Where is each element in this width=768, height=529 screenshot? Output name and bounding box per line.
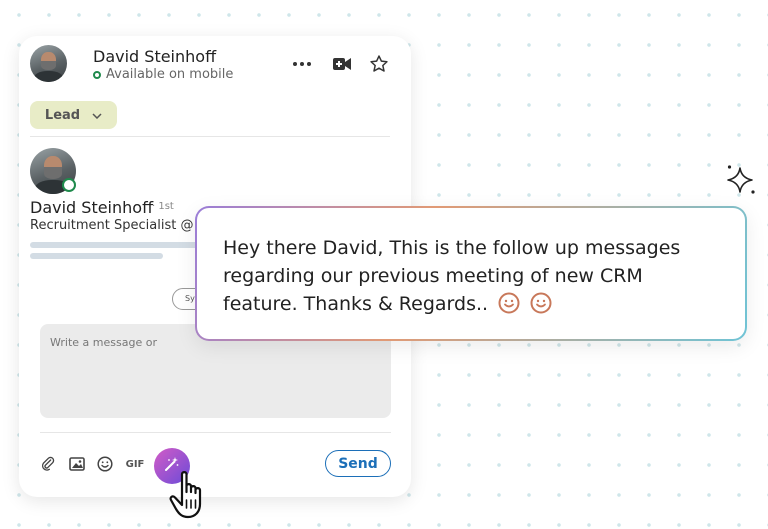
contact-name: David Steinhoff [93, 47, 217, 66]
availability-status: Available on mobile [93, 67, 233, 82]
ai-message-preview: Hey there David, This is the follow up m… [195, 206, 747, 341]
online-indicator-icon [62, 178, 76, 192]
chevron-down-icon [92, 108, 102, 123]
placeholder-line [30, 253, 163, 259]
more-horizontal-icon[interactable] [291, 53, 313, 75]
send-button[interactable]: Send [325, 450, 391, 477]
online-status-icon [93, 70, 101, 79]
placeholder-line [30, 242, 200, 248]
video-call-icon[interactable] [331, 53, 353, 75]
message-text: Hey there David, This is the follow up m… [223, 237, 681, 315]
profile-full-name[interactable]: David Steinhoff [30, 198, 153, 217]
emoji-icon[interactable] [96, 455, 114, 473]
gif-button[interactable]: GIF [125, 455, 145, 473]
avatar-header[interactable] [30, 45, 67, 82]
lead-label: Lead [44, 107, 81, 123]
message-bubble: Hey there David, This is the follow up m… [197, 208, 745, 339]
smile-emoji-icon [530, 292, 552, 322]
lead-stage-dropdown[interactable]: Lead [30, 101, 117, 129]
hand-pointer-icon [168, 470, 212, 526]
profile-title: Recruitment Specialist @ [30, 218, 194, 233]
divider [40, 432, 391, 433]
connection-degree: · 1st [152, 201, 174, 212]
smile-emoji-icon [498, 292, 520, 322]
paperclip-icon[interactable] [39, 455, 57, 473]
image-icon[interactable] [68, 455, 86, 473]
sparkle-icon [724, 164, 758, 202]
availability-text: Available on mobile [106, 67, 234, 82]
divider [30, 136, 390, 137]
star-icon[interactable] [368, 53, 390, 75]
